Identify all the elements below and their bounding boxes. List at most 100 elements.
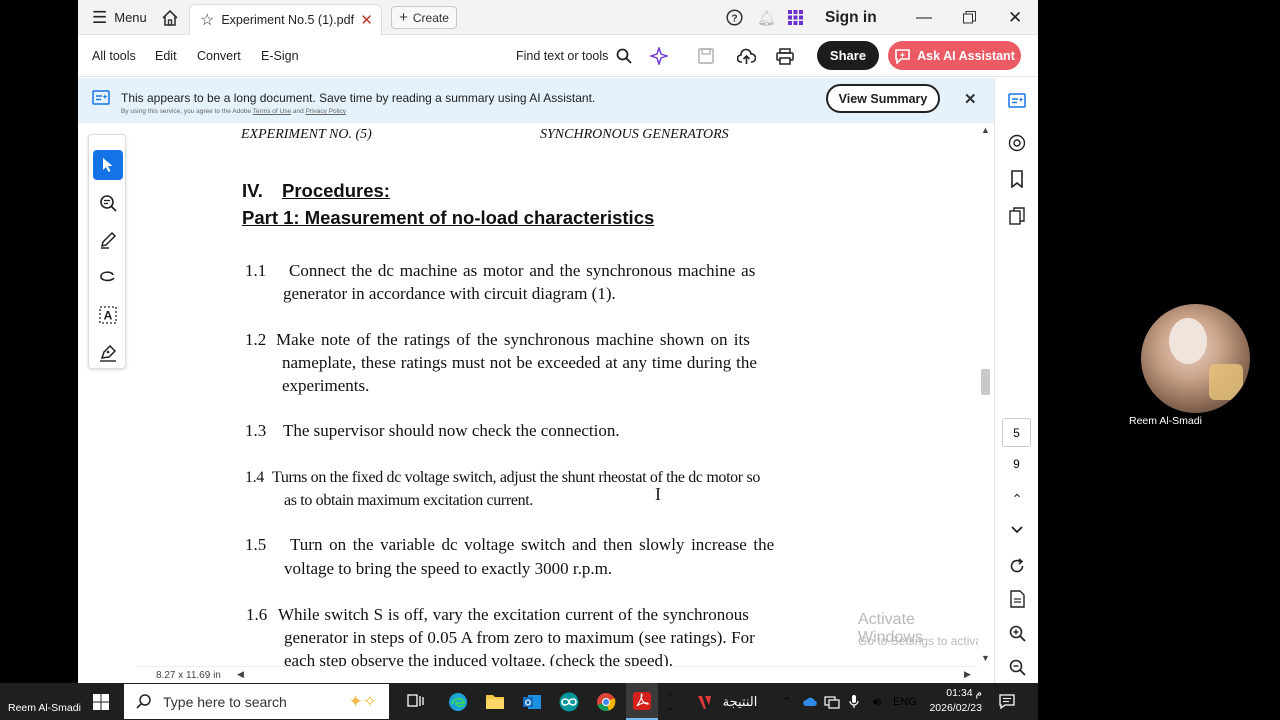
minimize-icon[interactable]: — bbox=[916, 0, 932, 35]
file-explorer-icon[interactable] bbox=[482, 683, 508, 720]
share-button[interactable]: Share bbox=[817, 41, 879, 70]
menu-label: Menu bbox=[114, 10, 147, 25]
comments-panel-icon[interactable] bbox=[1005, 131, 1029, 155]
taskbar-search-box[interactable]: Type here to search ✦✧ bbox=[124, 684, 389, 719]
help-icon[interactable]: ? bbox=[726, 0, 743, 35]
page-fit-icon[interactable] bbox=[1005, 587, 1029, 611]
clock-date: 2026/02/23 bbox=[929, 702, 982, 714]
participant-name: Reem Al-Smadi bbox=[1129, 415, 1202, 427]
edit-menu[interactable]: Edit bbox=[155, 35, 177, 77]
page-size-label: 8.27 x 11.69 in bbox=[156, 670, 221, 681]
text-box-icon[interactable]: A bbox=[93, 300, 123, 330]
privacy-link[interactable]: Privacy Policy bbox=[306, 108, 346, 115]
scroll-thumb[interactable] bbox=[981, 369, 990, 395]
taskbar-clock[interactable]: 01:34 م 2026/02/23 bbox=[922, 686, 982, 716]
search-icon bbox=[136, 694, 151, 709]
onedrive-icon[interactable] bbox=[801, 683, 819, 720]
menu-button[interactable]: ☰ Menu bbox=[92, 0, 147, 35]
upload-cloud-icon[interactable] bbox=[737, 35, 756, 77]
scroll-right-arrow-icon[interactable]: ▶ bbox=[964, 669, 971, 680]
svg-text:?: ? bbox=[731, 13, 737, 24]
select-tool-icon[interactable] bbox=[93, 150, 123, 180]
highlight-pen-icon[interactable] bbox=[93, 225, 123, 255]
microphone-icon[interactable] bbox=[846, 683, 862, 720]
taskbar-scroll-arrows[interactable]: ⌃ ⌄ bbox=[664, 683, 676, 720]
print-icon[interactable] bbox=[776, 35, 794, 77]
sign-in-button[interactable]: Sign in bbox=[825, 0, 877, 35]
comment-zoom-icon[interactable] bbox=[93, 188, 123, 218]
horizontal-scrollbar[interactable]: 8.27 x 11.69 in ◀ ▶ bbox=[136, 666, 978, 683]
rotate-refresh-icon[interactable] bbox=[1005, 554, 1029, 578]
vertical-scrollbar[interactable]: ▲ ▼ bbox=[978, 123, 994, 666]
esign-menu[interactable]: E-Sign bbox=[261, 35, 299, 77]
step-number: 1.4 bbox=[245, 469, 264, 486]
find-tools-button[interactable]: Find text or tools bbox=[516, 35, 633, 77]
ask-ai-assistant-button[interactable]: Ask AI Assistant bbox=[888, 41, 1021, 70]
ai-summary-panel-icon[interactable] bbox=[1005, 89, 1029, 113]
self-view-name: Reem Al-Smadi bbox=[8, 702, 81, 714]
widget-label[interactable]: النتيجة bbox=[720, 683, 760, 720]
draw-lasso-icon[interactable] bbox=[93, 263, 123, 293]
step-text: Turn on the variable dc voltage switch a… bbox=[290, 535, 775, 554]
arduino-icon[interactable] bbox=[556, 683, 582, 720]
main-toolbar: All tools Edit Convert E-Sign Find text … bbox=[78, 35, 1038, 77]
create-button[interactable]: + Create bbox=[391, 6, 457, 29]
pages-thumbnail-icon[interactable] bbox=[1005, 204, 1029, 228]
convert-menu[interactable]: Convert bbox=[197, 35, 241, 77]
next-page-icon[interactable] bbox=[1005, 518, 1029, 542]
task-view-icon[interactable] bbox=[402, 683, 428, 720]
document-tab[interactable]: ☆ Experiment No.5 (1).pdf ✕ bbox=[189, 4, 382, 35]
all-tools-menu[interactable]: All tools bbox=[92, 35, 136, 77]
step-text: voltage to bring the speed to exactly 30… bbox=[284, 559, 613, 578]
scroll-left-arrow-icon[interactable]: ◀ bbox=[237, 669, 244, 680]
step-number: 1.5 bbox=[245, 535, 267, 554]
step-text: Turns on the fixed dc voltage switch, ad… bbox=[272, 469, 760, 486]
close-banner-icon[interactable]: ✕ bbox=[964, 90, 977, 108]
news-logo-icon[interactable] bbox=[692, 683, 718, 720]
home-button[interactable] bbox=[161, 0, 179, 35]
terms-link[interactable]: Terms of Use bbox=[253, 108, 291, 115]
step-text: as to obtain maximum excitation current. bbox=[284, 492, 534, 509]
title-bar: ☰ Menu ☆ Experiment No.5 (1).pdf ✕ + Cre… bbox=[78, 0, 1038, 35]
view-summary-button[interactable]: View Summary bbox=[826, 84, 940, 113]
close-tab-icon[interactable]: ✕ bbox=[360, 11, 373, 29]
acrobat-taskbar-icon[interactable] bbox=[626, 683, 658, 720]
part-title: Part 1: Measurement of no-load character… bbox=[242, 207, 655, 228]
chrome-icon[interactable] bbox=[593, 683, 619, 720]
bookmark-icon[interactable] bbox=[1005, 167, 1029, 191]
volume-icon[interactable]: 🔊︎ bbox=[867, 683, 887, 720]
scroll-up-arrow-icon[interactable]: ▲ bbox=[981, 125, 990, 135]
sign-pen-icon[interactable] bbox=[93, 338, 123, 368]
zoom-out-icon[interactable] bbox=[1005, 655, 1029, 679]
edge-browser-icon[interactable] bbox=[445, 683, 471, 720]
bell-icon[interactable]: 🔔︎ bbox=[757, 0, 776, 35]
close-window-icon[interactable]: ✕ bbox=[1008, 0, 1022, 35]
svg-text:O: O bbox=[525, 698, 531, 707]
avatar-detail bbox=[1209, 364, 1243, 400]
network-icon[interactable] bbox=[823, 683, 841, 720]
scroll-down-arrow-icon[interactable]: ▼ bbox=[981, 653, 990, 663]
document-viewport[interactable]: EXPERIMENT NO. (5) SYNCHRONOUS GENERATOR… bbox=[136, 123, 978, 666]
step-text: experiments. bbox=[282, 376, 370, 395]
step-text: nameplate, these ratings must not be exc… bbox=[282, 353, 757, 372]
outlook-icon[interactable]: O bbox=[519, 683, 545, 720]
save-icon[interactable] bbox=[698, 35, 714, 77]
notifications-icon[interactable] bbox=[995, 683, 1019, 720]
sparkle-icon: ✦✧ bbox=[348, 691, 378, 711]
apps-grid-icon[interactable] bbox=[788, 0, 803, 35]
show-hidden-icons-chevron[interactable]: ⌃ bbox=[779, 683, 795, 720]
current-page-input[interactable]: 5 bbox=[1002, 418, 1031, 447]
banner-text: This appears to be a long document. Save… bbox=[121, 91, 596, 105]
clock-time: 01:34 م bbox=[946, 687, 982, 699]
pdf-page: EXPERIMENT NO. (5) SYNCHRONOUS GENERATOR… bbox=[136, 123, 978, 666]
restore-icon[interactable] bbox=[963, 0, 976, 35]
language-indicator[interactable]: ENG bbox=[890, 683, 920, 720]
windows-start-icon[interactable] bbox=[86, 683, 116, 720]
star-icon[interactable]: ☆ bbox=[200, 10, 214, 30]
step-number: 1.2 bbox=[245, 330, 267, 349]
quick-tools-rail: A bbox=[88, 134, 126, 369]
section-title: Procedures: bbox=[282, 180, 390, 201]
ai-sparkle-icon[interactable] bbox=[650, 35, 668, 77]
previous-page-icon[interactable]: ⌃ bbox=[1005, 487, 1029, 511]
zoom-in-icon[interactable] bbox=[1005, 621, 1029, 645]
